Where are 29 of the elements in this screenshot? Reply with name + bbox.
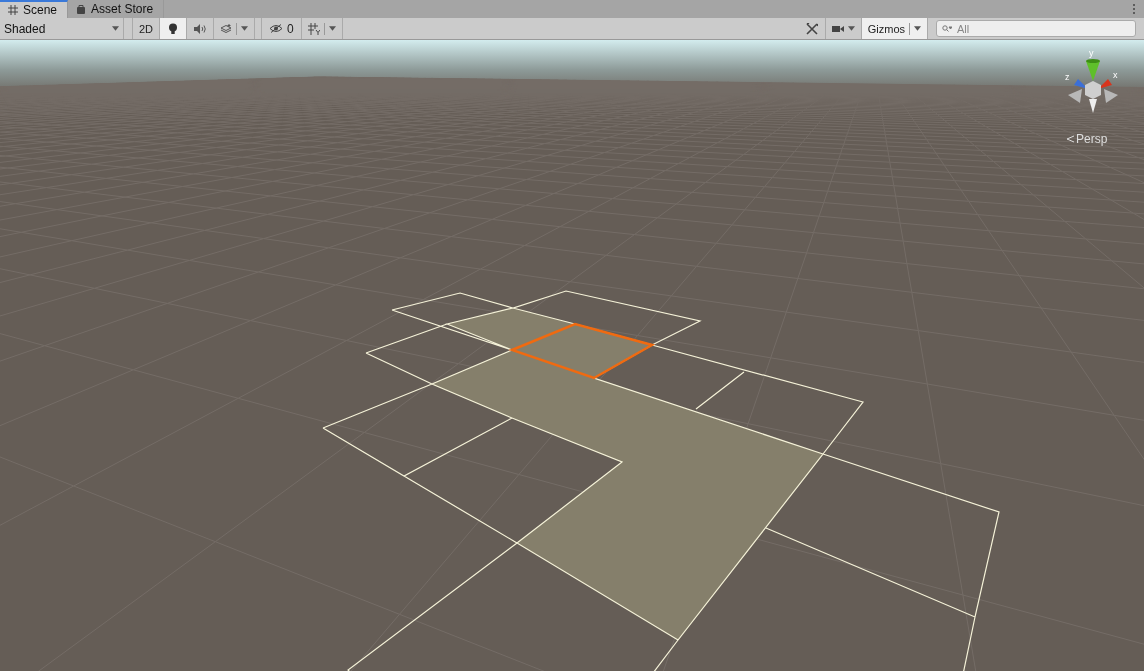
bag-icon bbox=[76, 4, 87, 14]
projection-toggle[interactable]: Persp bbox=[1066, 132, 1108, 146]
search-field[interactable]: All bbox=[936, 20, 1136, 37]
orientation-gizmo-drawing[interactable] bbox=[1068, 59, 1118, 113]
tab-label: Scene bbox=[23, 3, 58, 17]
more-options-icon[interactable] bbox=[1132, 3, 1136, 15]
caret-icon bbox=[328, 26, 336, 31]
axis-label: z bbox=[1065, 72, 1070, 82]
tab-label: Asset Store bbox=[91, 2, 154, 16]
caret-icon bbox=[847, 26, 855, 31]
axis-label: y bbox=[1089, 48, 1094, 58]
caret-icon bbox=[241, 26, 249, 31]
perspective-icon bbox=[1066, 135, 1074, 143]
2d-toggle[interactable]: 2D bbox=[132, 18, 161, 39]
scene-tab[interactable]: Scene bbox=[0, 0, 69, 18]
speaker-icon bbox=[194, 22, 207, 35]
caret-icon bbox=[914, 26, 921, 31]
hidden-objects-toggle[interactable]: 0 bbox=[261, 18, 302, 39]
shading-mode-dropdown[interactable]: Shaded bbox=[0, 18, 124, 39]
caret-icon bbox=[112, 26, 119, 31]
crossed-eye-icon bbox=[269, 23, 284, 34]
lighting-toggle[interactable] bbox=[160, 18, 188, 39]
search-icon bbox=[942, 25, 952, 33]
light-bulb-icon bbox=[167, 22, 180, 35]
grid-icon bbox=[8, 5, 18, 15]
grid-axis-icon bbox=[307, 22, 320, 35]
axis-label: x bbox=[1113, 70, 1118, 80]
layers-icon bbox=[220, 22, 233, 35]
gizmos-dropdown[interactable]: Gizmos bbox=[861, 18, 928, 39]
